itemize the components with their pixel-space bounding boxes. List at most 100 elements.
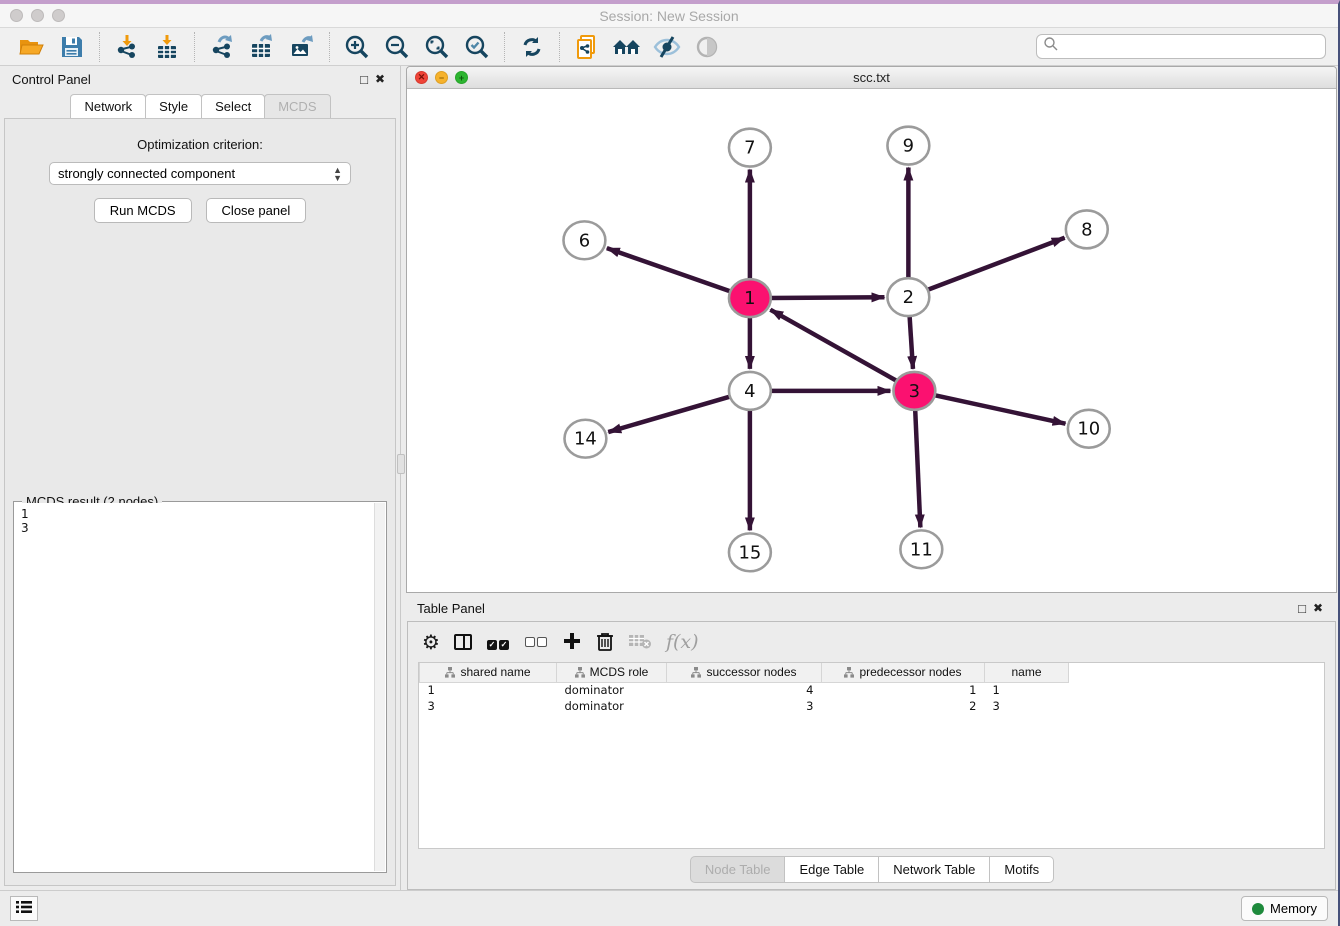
svg-text:10: 10 bbox=[1077, 419, 1100, 440]
graph-edge-2-3[interactable] bbox=[909, 314, 913, 369]
tab-select[interactable]: Select bbox=[201, 94, 265, 118]
column-header-shared-name[interactable]: shared name bbox=[420, 663, 557, 682]
column-label: successor nodes bbox=[706, 665, 796, 679]
delete-column-button[interactable] bbox=[596, 627, 614, 657]
table-cell[interactable]: 4 bbox=[667, 682, 822, 698]
function-builder-button[interactable]: f(x) bbox=[666, 627, 699, 657]
svg-text:2: 2 bbox=[903, 287, 914, 308]
control-panel-tabs: Network Style Select MCDS bbox=[0, 92, 400, 118]
table-cell[interactable]: 2 bbox=[822, 698, 985, 714]
optimization-criterion-label: Optimization criterion: bbox=[5, 137, 395, 152]
graph-edge-3-10[interactable] bbox=[933, 395, 1066, 424]
graph-node-9[interactable]: 9 bbox=[887, 127, 929, 165]
graph-edge-1-6[interactable] bbox=[607, 248, 732, 292]
table-float-icon[interactable]: □ bbox=[1294, 600, 1310, 616]
float-panel-icon[interactable]: □ bbox=[356, 71, 372, 87]
import-network-button[interactable] bbox=[107, 31, 147, 63]
table-cell[interactable]: 1 bbox=[822, 682, 985, 698]
graph-node-14[interactable]: 14 bbox=[564, 420, 606, 458]
refresh-button[interactable] bbox=[512, 31, 552, 63]
show-columns-button[interactable] bbox=[454, 627, 472, 657]
graph-node-1[interactable]: 1 bbox=[729, 279, 771, 317]
splitter-handle[interactable] bbox=[397, 454, 405, 474]
graph-node-8[interactable]: 8 bbox=[1066, 210, 1108, 248]
graph-node-10[interactable]: 10 bbox=[1068, 410, 1110, 448]
search-field[interactable] bbox=[1036, 34, 1326, 59]
zoom-selected-icon bbox=[464, 34, 490, 60]
tab-node-table[interactable]: Node Table bbox=[690, 856, 786, 883]
clone-network-button[interactable] bbox=[567, 31, 607, 63]
graph-node-4[interactable]: 4 bbox=[729, 372, 771, 410]
close-panel-button[interactable]: Close panel bbox=[206, 198, 307, 223]
column-header-successor-nodes[interactable]: successor nodes bbox=[667, 663, 822, 682]
tab-network[interactable]: Network bbox=[70, 94, 146, 118]
zoom-selected-button[interactable] bbox=[457, 31, 497, 63]
result-scrollbar[interactable] bbox=[374, 503, 385, 871]
table-cell[interactable]: 3 bbox=[985, 698, 1069, 714]
run-mcds-button[interactable]: Run MCDS bbox=[94, 198, 192, 223]
table-panel: Table Panel □ ✖ ⚙ ✓✓ bbox=[405, 595, 1338, 890]
zoom-fit-button[interactable] bbox=[417, 31, 457, 63]
table-settings-button[interactable]: ⚙ bbox=[422, 627, 440, 657]
vertical-splitter[interactable] bbox=[400, 66, 405, 890]
list-icon bbox=[16, 900, 32, 917]
network-canvas[interactable]: 7 9 6 8 1 2 4 3 14 10 15 11 bbox=[407, 89, 1336, 592]
optimization-criterion-select[interactable]: strongly connected component ▲▼ bbox=[49, 162, 351, 185]
save-session-button[interactable] bbox=[52, 31, 92, 63]
export-table-button[interactable] bbox=[242, 31, 282, 63]
table-cell[interactable]: 1 bbox=[985, 682, 1069, 698]
main-area: Control Panel □ ✖ Network Style Select M… bbox=[0, 66, 1338, 890]
task-history-button[interactable] bbox=[10, 896, 38, 921]
graph-node-6[interactable]: 6 bbox=[563, 221, 605, 259]
control-panel-header: Control Panel □ ✖ bbox=[0, 66, 400, 92]
fx-icon: f(x) bbox=[666, 631, 699, 653]
graph-node-7[interactable]: 7 bbox=[729, 129, 771, 167]
tab-motifs[interactable]: Motifs bbox=[989, 856, 1054, 883]
table-cell[interactable]: 3 bbox=[667, 698, 822, 714]
add-column-button[interactable] bbox=[562, 627, 582, 657]
column-header-name[interactable]: name bbox=[985, 663, 1069, 682]
open-session-button[interactable] bbox=[12, 31, 52, 63]
first-neighbors-button[interactable] bbox=[607, 31, 647, 63]
tab-edge-table[interactable]: Edge Table bbox=[784, 856, 879, 883]
table-row[interactable]: 3dominator323 bbox=[420, 698, 1325, 714]
close-panel-icon[interactable]: ✖ bbox=[372, 71, 388, 87]
export-image-button[interactable] bbox=[282, 31, 322, 63]
graph-edge-3-1[interactable] bbox=[770, 310, 898, 382]
graph-node-15[interactable]: 15 bbox=[729, 533, 771, 571]
memory-button[interactable]: Memory bbox=[1241, 896, 1328, 921]
delete-table-button[interactable] bbox=[628, 627, 652, 657]
table-row[interactable]: 1dominator411 bbox=[420, 682, 1325, 698]
table-cell[interactable]: dominator bbox=[557, 698, 667, 714]
table-cell[interactable]: dominator bbox=[557, 682, 667, 698]
export-network-button[interactable] bbox=[202, 31, 242, 63]
table-close-icon[interactable]: ✖ bbox=[1310, 600, 1326, 616]
tab-mcds[interactable]: MCDS bbox=[264, 94, 330, 118]
graph-edge-4-14[interactable] bbox=[608, 396, 732, 432]
column-header-predecessor-nodes[interactable]: predecessor nodes bbox=[822, 663, 985, 682]
graph-edge-3-11[interactable] bbox=[915, 408, 920, 528]
graph-edge-1-2[interactable] bbox=[769, 297, 885, 298]
import-table-button[interactable] bbox=[147, 31, 187, 63]
deselect-all-rows-button[interactable] bbox=[524, 627, 548, 657]
select-all-rows-button[interactable]: ✓✓ bbox=[486, 627, 510, 657]
zoom-out-button[interactable] bbox=[377, 31, 417, 63]
tab-style[interactable]: Style bbox=[145, 94, 202, 118]
graph-node-3[interactable]: 3 bbox=[893, 372, 935, 410]
graph-node-2[interactable]: 2 bbox=[887, 278, 929, 316]
memory-label: Memory bbox=[1270, 901, 1317, 916]
graph-edge-2-8[interactable] bbox=[926, 238, 1065, 291]
search-input[interactable] bbox=[1059, 40, 1319, 54]
tab-network-table[interactable]: Network Table bbox=[878, 856, 990, 883]
main-toolbar bbox=[0, 28, 1338, 66]
hide-selected-button[interactable] bbox=[647, 31, 687, 63]
column-header-MCDS-role[interactable]: MCDS role bbox=[557, 663, 667, 682]
svg-text:1: 1 bbox=[744, 288, 755, 309]
zoom-in-button[interactable] bbox=[337, 31, 377, 63]
table-cell[interactable]: 3 bbox=[420, 698, 557, 714]
show-all-button[interactable] bbox=[687, 31, 727, 63]
table-cell[interactable]: 1 bbox=[420, 682, 557, 698]
svg-text:4: 4 bbox=[744, 381, 755, 402]
mcds-result-text[interactable]: 1 3 bbox=[15, 503, 374, 871]
graph-node-11[interactable]: 11 bbox=[900, 530, 942, 568]
